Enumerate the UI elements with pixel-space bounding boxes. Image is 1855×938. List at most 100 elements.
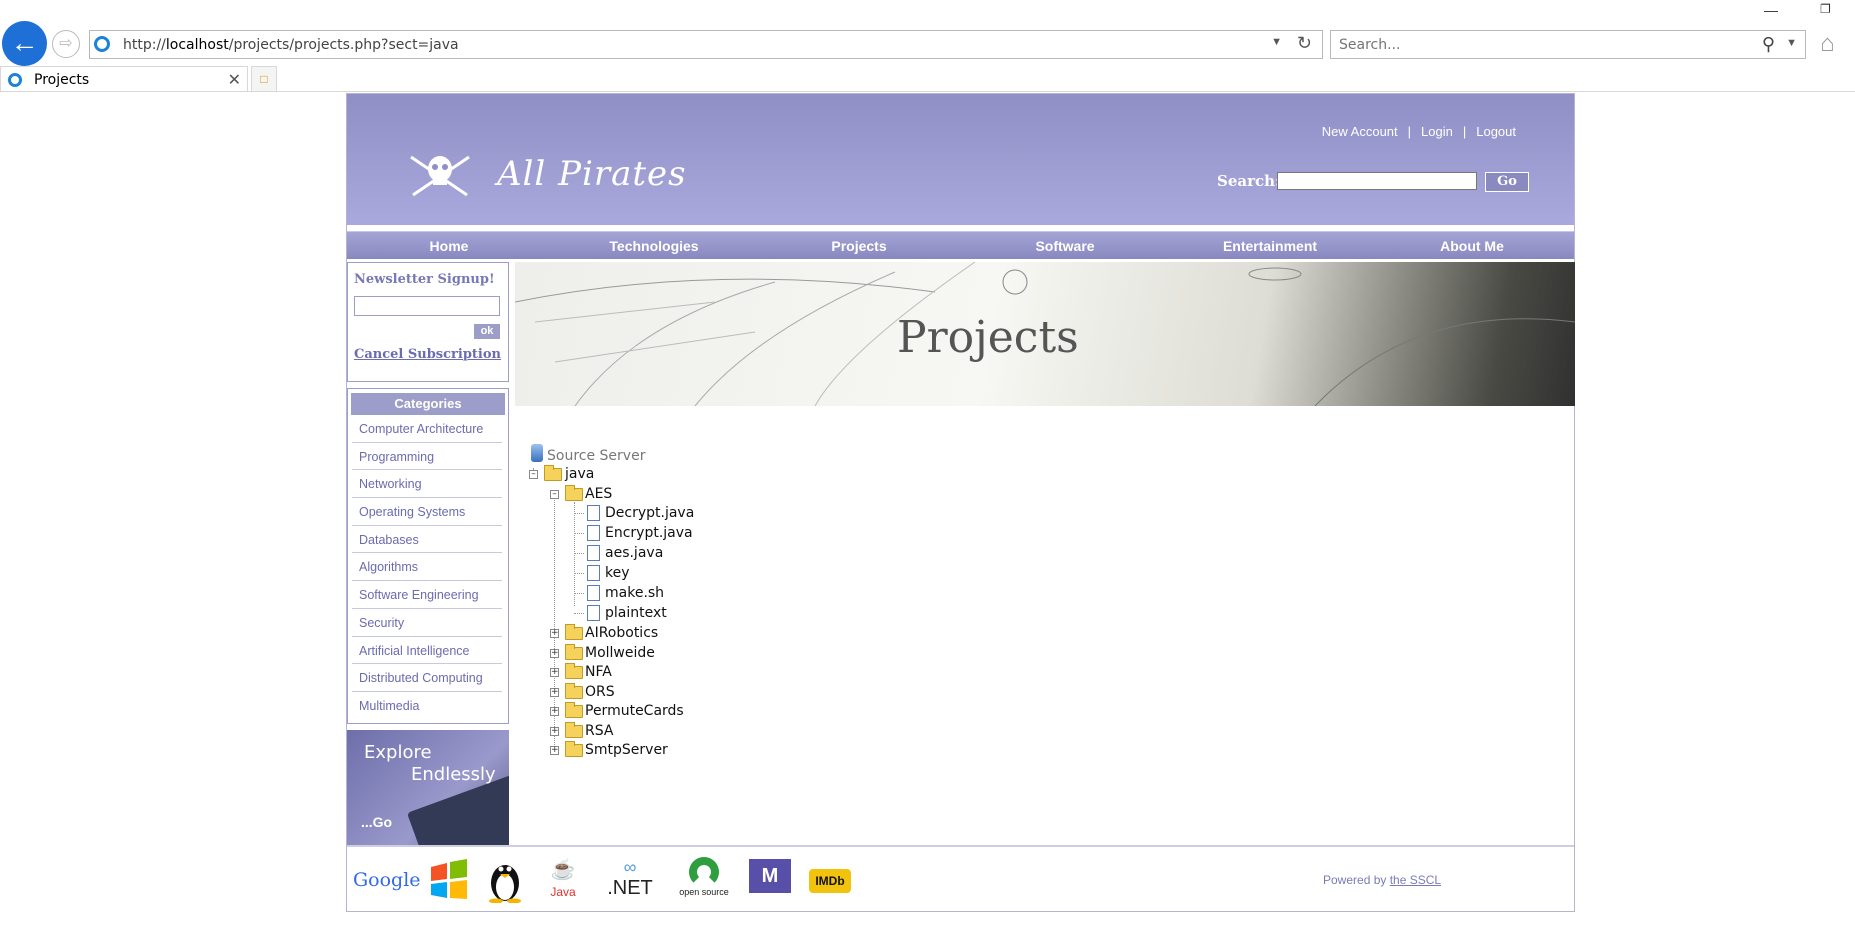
windows-logo[interactable] bbox=[427, 857, 471, 903]
address-dropdown-icon[interactable]: ▼ bbox=[1271, 36, 1282, 48]
expand-icon[interactable]: + bbox=[550, 707, 559, 716]
category-computer-architecture[interactable]: Computer Architecture bbox=[352, 415, 502, 443]
imdb-logo[interactable]: IMDb bbox=[809, 869, 851, 893]
folder-icon bbox=[565, 624, 583, 640]
linux-tux-logo[interactable] bbox=[485, 857, 525, 903]
menu-about-me[interactable]: About Me bbox=[1440, 238, 1504, 254]
address-url: http://localhost/projects/projects.php?s… bbox=[123, 37, 459, 53]
tree-label: java bbox=[565, 466, 595, 482]
tree-label: plaintext bbox=[605, 605, 667, 621]
explore-line2: Endlessly bbox=[411, 764, 496, 785]
category-artificial-intelligence[interactable]: Artificial Intelligence bbox=[352, 637, 502, 665]
category-databases[interactable]: Databases bbox=[352, 526, 502, 554]
site-header: All Pirates New Account | Login | Logout Sea… bbox=[347, 94, 1574, 228]
projects-banner: Projects bbox=[515, 262, 1575, 406]
tree-label: NFA bbox=[585, 664, 612, 680]
sscl-link[interactable]: the SSCL bbox=[1390, 873, 1441, 887]
projects-banner-title: Projects bbox=[897, 312, 1079, 363]
ie-icon bbox=[8, 73, 22, 87]
expand-icon[interactable]: + bbox=[550, 688, 559, 697]
java-logo[interactable]: ☕ Java bbox=[547, 857, 579, 903]
minimize-icon[interactable]: — bbox=[1764, 2, 1778, 18]
menu-home[interactable]: Home bbox=[430, 238, 469, 254]
new-tab-button[interactable]: □ bbox=[251, 66, 277, 92]
tree-label: PermuteCards bbox=[585, 703, 684, 719]
browser-search-input[interactable] bbox=[1339, 37, 1719, 53]
folder-icon bbox=[565, 663, 583, 679]
mtv-logo[interactable]: M bbox=[749, 859, 791, 893]
menu-technologies[interactable]: Technologies bbox=[609, 238, 698, 254]
category-operating-systems[interactable]: Operating Systems bbox=[352, 498, 502, 526]
expand-icon[interactable]: + bbox=[550, 746, 559, 755]
browser-chrome: ← ⇨ http://localhost/projects/projects.p… bbox=[0, 0, 1855, 92]
tree-root-label: Source Server bbox=[547, 448, 646, 464]
tree-label: ORS bbox=[585, 684, 615, 700]
explore-go-link[interactable]: ...Go bbox=[361, 814, 392, 830]
category-multimedia[interactable]: Multimedia bbox=[352, 692, 502, 720]
open-source-logo[interactable]: open source bbox=[675, 857, 733, 903]
search-icon[interactable]: ⚲ bbox=[1762, 34, 1775, 55]
category-security[interactable]: Security bbox=[352, 609, 502, 637]
forward-button[interactable]: ⇨ bbox=[52, 30, 80, 58]
menu-projects[interactable]: Projects bbox=[831, 238, 886, 254]
file-icon bbox=[587, 505, 600, 521]
expand-icon[interactable]: + bbox=[550, 668, 559, 677]
menu-software[interactable]: Software bbox=[1035, 238, 1094, 254]
folder-icon bbox=[565, 683, 583, 699]
tree-label: AES bbox=[585, 486, 613, 502]
category-algorithms[interactable]: Algorithms bbox=[352, 553, 502, 582]
expand-icon[interactable]: + bbox=[550, 727, 559, 736]
server-icon bbox=[531, 444, 543, 462]
folder-icon bbox=[565, 485, 583, 501]
powered-by: Powered by the SSCL bbox=[1323, 873, 1441, 887]
close-tab-icon[interactable]: ✕ bbox=[228, 70, 241, 90]
newsletter-ok-button[interactable]: ok bbox=[474, 324, 500, 339]
tree-label: Mollweide bbox=[585, 645, 655, 661]
ie-icon bbox=[94, 36, 110, 52]
tab-projects[interactable]: Projects ✕ bbox=[0, 66, 248, 92]
menu-entertainment[interactable]: Entertainment bbox=[1223, 238, 1317, 254]
tree-label: AIRobotics bbox=[585, 625, 659, 641]
logout-link[interactable]: Logout bbox=[1476, 124, 1516, 139]
file-icon bbox=[587, 545, 600, 561]
home-icon[interactable]: ⌂ bbox=[1820, 30, 1835, 58]
expand-icon[interactable]: + bbox=[550, 629, 559, 638]
tree-label: make.sh bbox=[605, 585, 665, 601]
cancel-subscription-link[interactable]: Cancel Subscription bbox=[354, 347, 501, 362]
collapse-icon[interactable]: – bbox=[550, 490, 559, 499]
back-button[interactable]: ← bbox=[2, 21, 47, 66]
address-bar[interactable]: http://localhost/projects/projects.php?s… bbox=[89, 30, 1323, 59]
tree-label: RSA bbox=[585, 723, 614, 739]
browser-search-box[interactable]: ⚲ ▼ bbox=[1330, 30, 1806, 59]
site-search-go-button[interactable]: Go bbox=[1485, 172, 1529, 192]
tab-divider bbox=[0, 91, 1855, 92]
footer: Google ☕ Java ∞ .NET open source M IMDb … bbox=[347, 845, 1574, 911]
category-distributed-computing[interactable]: Distributed Computing bbox=[352, 664, 502, 692]
file-icon bbox=[587, 605, 600, 621]
file-icon bbox=[587, 525, 600, 541]
explore-line1: Explore bbox=[364, 742, 432, 763]
newsletter-email-input[interactable] bbox=[354, 296, 500, 316]
tab-title: Projects bbox=[34, 72, 90, 88]
google-logo[interactable]: Google bbox=[353, 869, 421, 915]
category-software-engineering[interactable]: Software Engineering bbox=[352, 581, 502, 609]
expand-icon[interactable]: + bbox=[550, 649, 559, 658]
category-networking[interactable]: Networking bbox=[352, 470, 502, 499]
dotnet-logo[interactable]: ∞ .NET bbox=[605, 857, 655, 903]
folder-icon bbox=[544, 465, 562, 481]
collapse-icon[interactable]: – bbox=[529, 470, 538, 479]
category-programming[interactable]: Programming bbox=[352, 443, 502, 471]
website: All Pirates New Account | Login | Logout Sea… bbox=[346, 93, 1575, 912]
new-account-link[interactable]: New Account bbox=[1322, 124, 1398, 139]
newsletter-title: Newsletter Signup! bbox=[354, 272, 495, 287]
site-logo-text: All Pirates bbox=[497, 154, 687, 194]
folder-icon bbox=[565, 722, 583, 738]
site-search-input[interactable] bbox=[1277, 172, 1477, 190]
login-link[interactable]: Login bbox=[1421, 124, 1453, 139]
search-dropdown-icon[interactable]: ▼ bbox=[1786, 37, 1797, 49]
site-search-label: Search: bbox=[1217, 172, 1281, 190]
refresh-icon[interactable]: ↻ bbox=[1297, 33, 1312, 54]
restore-icon[interactable]: ❐ bbox=[1820, 2, 1831, 16]
explore-endlessly-banner[interactable]: Explore Endlessly ...Go bbox=[347, 730, 509, 852]
tree-label: key bbox=[605, 565, 630, 581]
